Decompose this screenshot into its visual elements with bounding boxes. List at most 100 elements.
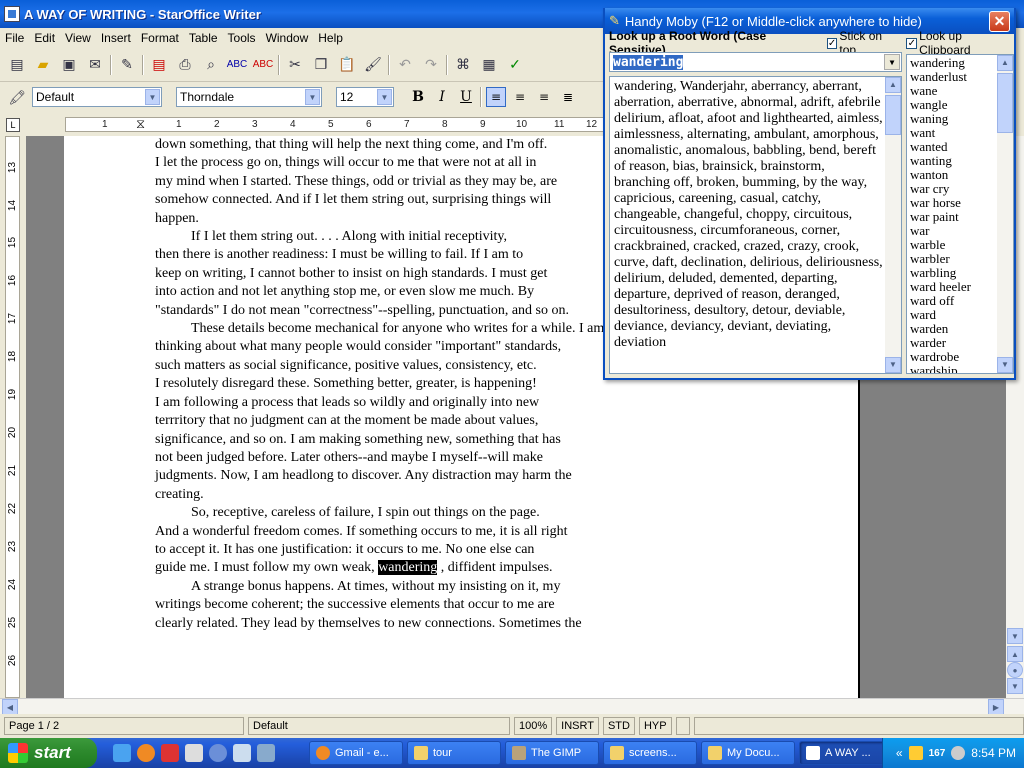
app-icon[interactable] xyxy=(209,744,227,762)
word-item[interactable]: war horse xyxy=(910,196,995,210)
tool-icon[interactable] xyxy=(257,744,275,762)
lookup-clipboard-checkbox[interactable]: ✓ Look up Clipboard xyxy=(906,29,1014,57)
document-text[interactable]: down something, that thing will help the… xyxy=(155,136,655,633)
word-item[interactable]: warden xyxy=(910,322,995,336)
word-item[interactable]: wardrobe xyxy=(910,350,995,364)
menu-view[interactable]: View xyxy=(60,31,96,45)
navigation-icon[interactable]: ● xyxy=(1007,662,1023,678)
task-gimp[interactable]: The GIMP xyxy=(505,741,599,765)
close-button[interactable]: ✕ xyxy=(989,11,1010,32)
opera-icon[interactable] xyxy=(161,744,179,762)
start-button[interactable]: start xyxy=(0,738,97,768)
cut-icon[interactable]: ✂ xyxy=(284,54,306,76)
task-my-documents[interactable]: My Docu... xyxy=(701,741,795,765)
scroll-thumb[interactable] xyxy=(885,95,901,135)
previous-page-icon[interactable]: ▲ xyxy=(1007,646,1023,662)
word-item[interactable]: war paint xyxy=(910,210,995,224)
mail-icon[interactable]: ✉ xyxy=(84,54,106,76)
word-item[interactable]: warbler xyxy=(910,252,995,266)
stylist-icon[interactable]: 🖍 xyxy=(6,86,28,108)
word-item[interactable]: wanton xyxy=(910,168,995,182)
underline-button[interactable]: U xyxy=(456,87,476,107)
font-name-combo[interactable]: Thorndale ▼ xyxy=(176,87,322,107)
word-item[interactable]: ward xyxy=(910,308,995,322)
pen-icon[interactable] xyxy=(233,744,251,762)
selection-mode-indicator[interactable]: STD xyxy=(602,717,635,735)
navigator-icon[interactable]: ⌘ xyxy=(452,54,474,76)
menu-table[interactable]: Table xyxy=(184,31,223,45)
format-paintbrush-icon[interactable]: 🖌 xyxy=(362,54,384,76)
scroll-thumb[interactable] xyxy=(997,73,1013,133)
security-icon[interactable] xyxy=(908,746,923,760)
insert-mode-indicator[interactable]: INSRT xyxy=(556,717,599,735)
align-center-button[interactable]: ≡ xyxy=(510,87,530,107)
hyperlink-mode-indicator[interactable]: HYP xyxy=(638,717,672,735)
edit-mode-icon[interactable]: ✎ xyxy=(116,54,138,76)
autospellcheck-icon[interactable]: ABC xyxy=(252,54,274,76)
menu-file[interactable]: File xyxy=(0,31,29,45)
menu-help[interactable]: Help xyxy=(313,31,348,45)
volume-icon[interactable] xyxy=(951,746,966,760)
paste-icon[interactable]: 📋 xyxy=(336,54,358,76)
word-item[interactable]: wandering xyxy=(910,56,995,70)
task-screens[interactable]: screens... xyxy=(603,741,697,765)
horizontal-ruler[interactable]: 1 ⧖ 1 2 3 4 5 6 7 8 9 10 11 12 xyxy=(65,117,605,132)
word-item[interactable]: warder xyxy=(910,336,995,350)
lookup-input[interactable]: wandering ▼ xyxy=(609,52,902,72)
show-draw-functions-icon[interactable]: ✓ xyxy=(504,54,526,76)
selected-word[interactable]: wandering xyxy=(378,560,438,576)
word-item[interactable]: warbling xyxy=(910,266,995,280)
font-size-combo[interactable]: 12 ▼ xyxy=(336,87,394,107)
table-icon[interactable]: ▦ xyxy=(478,54,500,76)
task-tour[interactable]: tour xyxy=(407,741,501,765)
document-icon[interactable] xyxy=(185,744,203,762)
open-folder-icon[interactable]: ▰ xyxy=(32,54,54,76)
new-document-icon[interactable]: ▤ xyxy=(6,54,28,76)
paragraph-style-combo[interactable]: Default ▼ xyxy=(32,87,162,107)
menu-format[interactable]: Format xyxy=(136,31,184,45)
italic-button[interactable]: I xyxy=(432,87,452,107)
word-item[interactable]: wanting xyxy=(910,154,995,168)
word-list-scrollbar[interactable]: ▲ ▼ xyxy=(997,55,1013,373)
tab-stop-selector-icon[interactable]: L xyxy=(6,118,20,132)
synonym-scrollbar[interactable]: ▲ ▼ xyxy=(885,77,901,373)
zoom-indicator[interactable]: 100% xyxy=(514,717,553,735)
word-item[interactable]: ward heeler xyxy=(910,280,995,294)
horizontal-scrollbar[interactable]: ◀ ▶ xyxy=(0,698,1024,715)
scroll-up-icon[interactable]: ▲ xyxy=(885,77,901,93)
menu-window[interactable]: Window xyxy=(261,31,314,45)
scroll-left-icon[interactable]: ◀ xyxy=(2,699,18,715)
save-icon[interactable]: ▣ xyxy=(58,54,80,76)
clock[interactable]: 8:54 PM xyxy=(971,746,1016,760)
justify-button[interactable]: ≣ xyxy=(558,87,578,107)
synonym-list[interactable]: wandering, Wanderjahr, aberrancy, aberra… xyxy=(609,76,902,374)
copy-icon[interactable]: ❐ xyxy=(310,54,332,76)
scroll-down-icon[interactable]: ▼ xyxy=(885,357,901,373)
show-desktop-icon[interactable] xyxy=(113,744,131,762)
chevron-down-icon[interactable]: ▼ xyxy=(377,89,392,105)
word-item[interactable]: want xyxy=(910,126,995,140)
word-item[interactable]: wardship xyxy=(910,364,995,374)
word-item[interactable]: waning xyxy=(910,112,995,126)
menu-insert[interactable]: Insert xyxy=(96,31,136,45)
word-item[interactable]: wangle xyxy=(910,98,995,112)
root-word-list[interactable]: wandering wanderlust wane wangle waning … xyxy=(906,54,1014,374)
menu-tools[interactable]: Tools xyxy=(223,31,261,45)
undo-icon[interactable]: ↶ xyxy=(394,54,416,76)
align-right-button[interactable]: ≡ xyxy=(534,87,554,107)
chevron-down-icon[interactable]: ▼ xyxy=(884,54,900,70)
word-item[interactable]: warble xyxy=(910,238,995,252)
scroll-right-icon[interactable]: ▶ xyxy=(988,699,1004,715)
print-preview-icon[interactable]: ⌕ xyxy=(200,54,222,76)
next-page-icon[interactable]: ▼ xyxy=(1007,678,1023,694)
print-icon[interactable]: ⎙ xyxy=(174,54,196,76)
firefox-icon[interactable] xyxy=(137,744,155,762)
word-item[interactable]: wanderlust xyxy=(910,70,995,84)
indent-marker-icon[interactable]: ⧖ xyxy=(136,118,145,131)
scroll-down-icon[interactable]: ▼ xyxy=(997,357,1013,373)
scroll-down-icon[interactable]: ▼ xyxy=(1007,628,1023,644)
chevron-down-icon[interactable]: ▼ xyxy=(305,89,320,105)
task-a-way-of-writing[interactable]: A WAY ... xyxy=(799,741,893,765)
menu-edit[interactable]: Edit xyxy=(29,31,60,45)
word-item[interactable]: wanted xyxy=(910,140,995,154)
